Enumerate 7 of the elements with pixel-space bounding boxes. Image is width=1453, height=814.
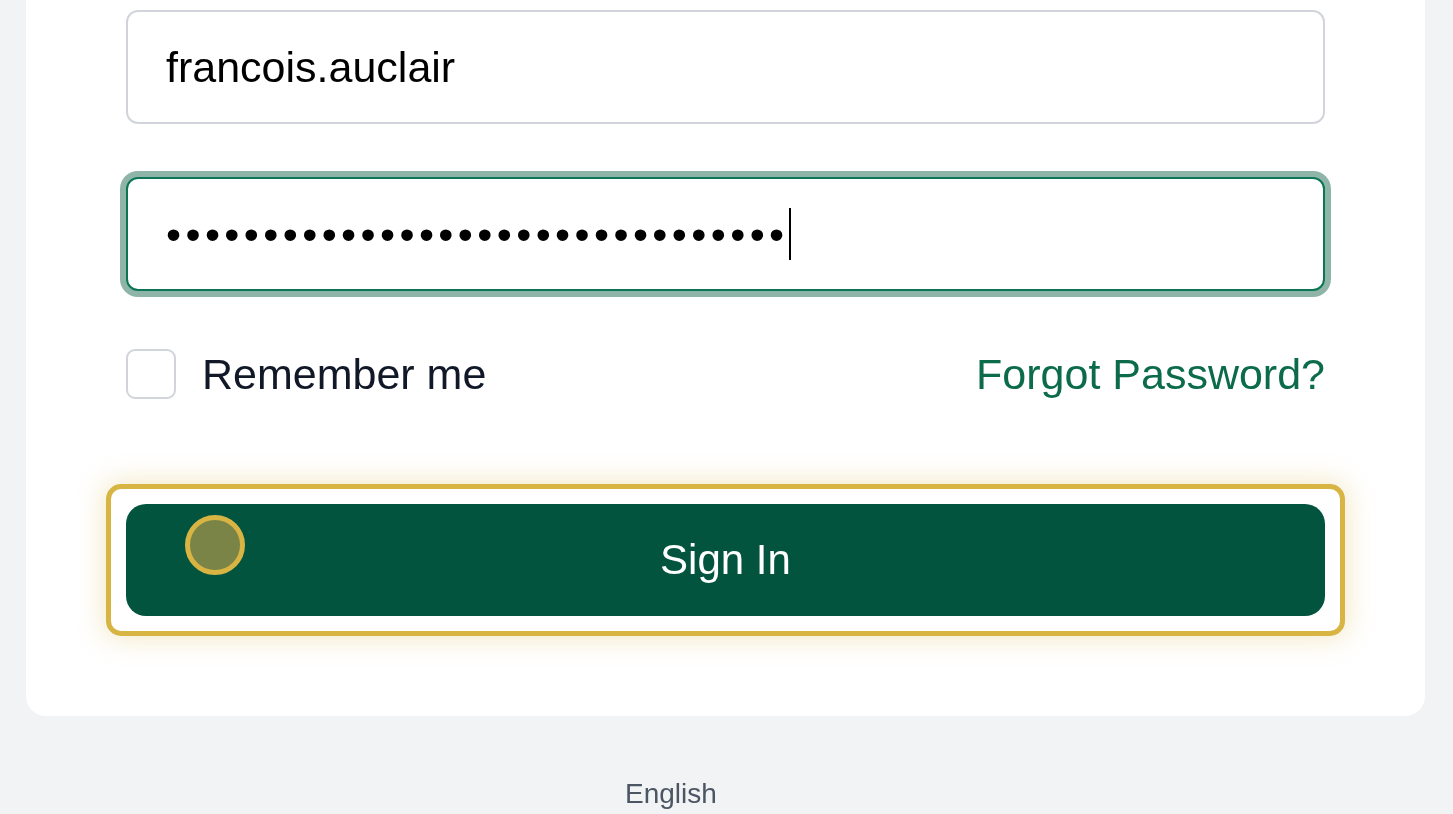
remember-me-label: Remember me [202,349,487,399]
username-field[interactable]: francois.auclair [126,10,1325,124]
forgot-password-link[interactable]: Forgot Password? [976,349,1325,399]
remember-me-checkbox[interactable] [126,349,176,399]
language-selector[interactable]: English [625,778,717,809]
sign-in-button[interactable]: Sign In [126,504,1325,616]
text-caret-icon [788,208,791,260]
